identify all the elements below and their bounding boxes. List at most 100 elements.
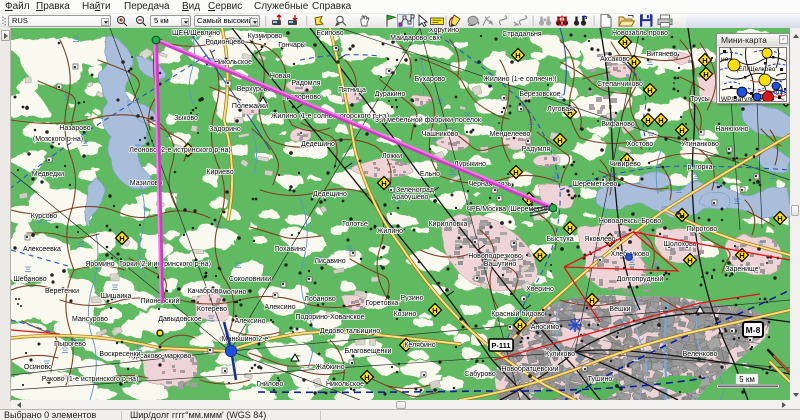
svg-text:Н: Н [119,234,124,243]
svg-text:Вашутино: Вашутино [484,261,517,268]
svg-text:Новоалексы-Брово: Новоалексы-Брово [599,218,661,225]
svg-text:Радомля: Радомля [292,80,321,87]
svg-text:Задорино: Задорино [209,126,241,133]
svg-text:Н: Н [557,136,562,145]
svg-text:Дедещино: Дедещино [313,191,347,198]
svg-text:Кирилловка: Кирилловка [429,221,468,228]
svg-text:Кириево: Кириево [206,169,233,176]
svg-text:Зеленоград: Зеленоград [396,187,434,194]
svg-text:Лобаново: Лобаново [304,295,336,303]
svg-text:Н: Н [513,168,518,177]
svg-text:Жилино: Жилино [377,228,403,235]
svg-text:Новая: Новая [270,73,290,80]
svg-text:Яромино: Яромино [85,261,114,268]
svg-text:Воскресенки: Воскресенки [99,351,140,358]
svg-text:Яковлево: Яковлево [584,236,615,243]
svg-text:Долгопрудный: Долгопрудный [617,275,664,283]
svg-text:Хостово: Хостово [627,141,654,148]
svg-text:Красный бидово: Красный бидово [491,310,545,318]
svg-text:Жабкино: Жабкино [315,363,344,371]
svg-text:Пятница: Пятница [338,87,366,94]
svg-text:Менделеево: Менделеево [490,131,531,138]
svg-text:Н: Н [567,224,572,233]
svg-text:Ельно: Ельно [420,171,440,178]
svg-text:Н: Н [658,116,663,125]
svg-text:Заренище: Заренище [725,266,758,273]
svg-text:Н: Н [537,251,542,260]
svg-text:Луговая: Луговая [547,106,573,113]
svg-text:Н: Н [687,256,692,265]
svg-text:Назарово: Назарово [59,125,90,132]
svg-text:Трусы: Трусы [690,96,710,103]
svg-text:Н: Н [679,126,684,135]
svg-text:Зыково: Зыково [174,115,198,122]
svg-text:Жилино (1-е солнечн.): Жилино (1-е солнечн.) [483,76,556,83]
svg-text:Пирогово: Пирогово [687,226,718,233]
svg-text:(Мозского р-на): (Мозского р-на) [33,136,83,143]
svg-text:Аксаково: Аксаково [600,56,630,63]
svg-text:Витянево: Витянево [647,51,678,58]
svg-text:Подорино-Хованское: Подорино-Хованское [296,314,365,321]
svg-text:Келябино: Келябино [404,341,435,349]
svg-text:3-й мебельной фабрики поселок: 3-й мебельной фабрики поселок [375,116,482,124]
svg-text:Новобратцевский: Новобратцевский [501,365,558,373]
svg-text:Мансурово: Мансурово [72,316,108,323]
svg-text:Куликово: Куликово [545,351,575,358]
svg-text:Раково (1-е истринского р-на): Раково (1-е истринского р-на) [42,376,139,383]
svg-text:Алексеевка: Алексеевка [23,246,61,253]
svg-text:Лисавино: Лисавино [314,258,345,265]
svg-text:Веленково: Веленково [683,351,718,358]
svg-text:Н: Н [647,86,652,95]
svg-text:Н: Н [432,306,437,315]
svg-text:Леоново (2-е истринского р-на): Леоново (2-е истринского р-на) [129,147,230,154]
svg-text:Страдальня: Страдальня [502,31,542,38]
svg-text:Тушино: Тушино [588,376,613,383]
svg-text:Дедешино: Дедешино [301,141,335,148]
svg-text:Есипово: Есипово [316,30,343,37]
svg-text:Н: Н [703,70,708,79]
svg-text:Полежайки: Полежайки [232,102,268,110]
svg-text:Благовещенки: Благовещенки [345,348,392,355]
svg-text:Медведки: Медведки [32,171,64,178]
svg-text:Алексино: Алексино [265,304,296,311]
svg-text:Рузино: Рузино [400,295,423,302]
svg-text:Пырогево: Пырогево [54,341,86,348]
svg-text:Соколовники: Соколовники [229,276,271,283]
svg-text:Давыдовское: Давыдовское [158,316,202,323]
svg-text:Н: Н [777,214,782,223]
svg-text:Курсово: Курсово [31,213,58,220]
svg-text:Дедово тальицино: Дедово тальицино [320,328,380,335]
svg-text:Веретенки: Веретенки [45,288,79,295]
svg-text:Шереметьево: Шереметьево [573,181,618,188]
svg-text:Степанчиково: Степанчиково [597,81,643,88]
svg-text:Похавино: Похавино [274,246,306,253]
svg-text:Кузмирово: Кузмирово [248,33,283,40]
svg-text:Шишаика: Шишаика [101,293,132,300]
svg-text:Шебаново: Шебаново [13,275,46,283]
svg-text:Горетовка: Горетовка [366,300,399,307]
svg-text:Горки (2-й истринского р-на): Горки (2-й истринского р-на) [119,260,211,268]
svg-text:Ложки: Ложки [382,153,402,160]
svg-text:Осиново: Осиново [24,364,52,371]
svg-text:Гончары: Гончары [278,42,306,49]
svg-text:но: но [721,56,729,63]
svg-text:ЩЕЛ: ЩЕЛ [774,90,787,96]
svg-text:Утинанково: Утинанково [681,141,719,148]
svg-text:5 км: 5 км [739,375,755,384]
svg-text:Вешки: Вешки [609,306,630,313]
svg-text:Бухарово: Бухарово [415,76,446,83]
svg-text:Р-111: Р-111 [491,341,510,350]
svg-text:Голотье: Голотье [342,221,368,228]
svg-text:Хверино: Хверино [526,286,554,293]
svg-text:Никольское: Никольское [326,381,364,388]
svg-text:Н: Н [515,51,520,60]
svg-text:Козино: Козино [394,311,417,318]
svg-text:Котерево: Котерево [197,306,227,313]
svg-text:Березовское: Березовское [519,91,560,98]
svg-text:Нанюхино: Нанюхино [715,126,748,133]
svg-text:Н: Н [645,116,650,125]
svg-text:Н: Н [622,38,627,47]
svg-text:Майдарово свх: Майдарово свх [390,34,440,42]
svg-text:Н: Н [702,56,707,65]
svg-text:Вифаново: Вифаново [601,121,635,128]
